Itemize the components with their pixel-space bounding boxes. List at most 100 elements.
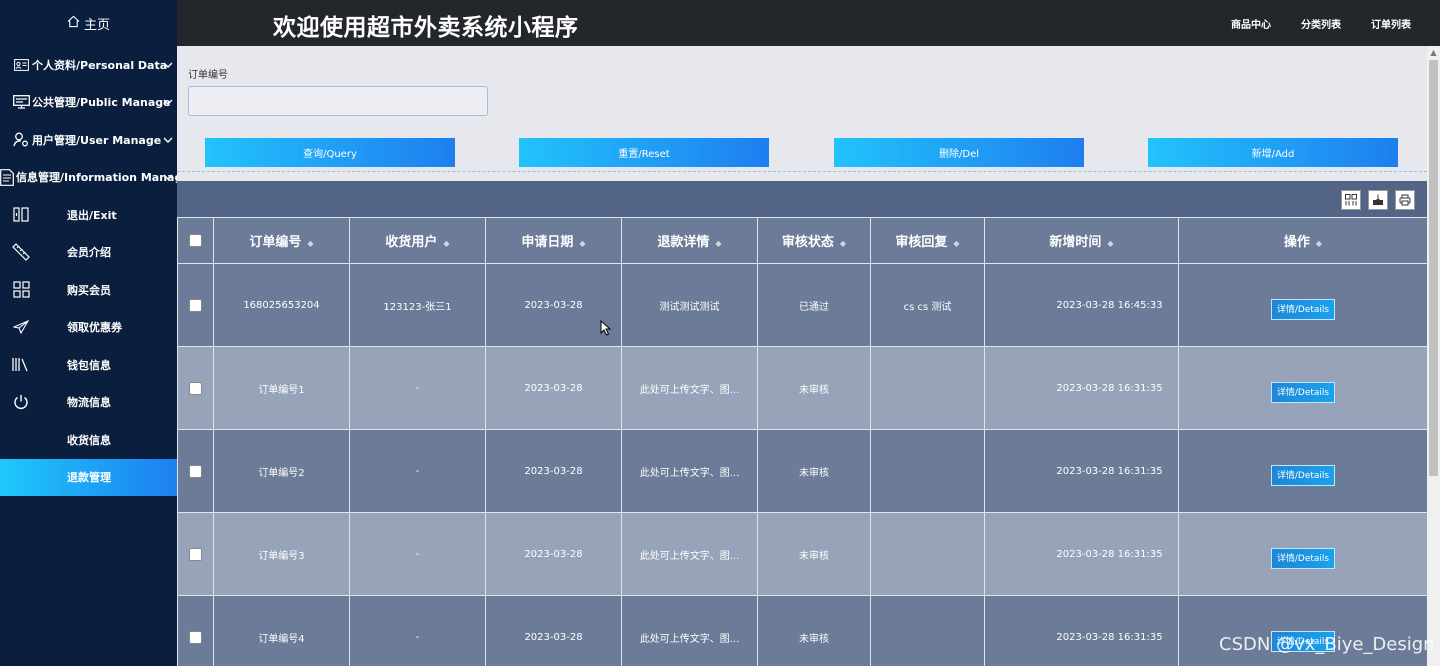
column-header[interactable]: 审核回复 ◆: [870, 217, 985, 264]
row-checkbox[interactable]: [189, 298, 202, 312]
header-nav: 商品中心 分类列表 订单列表: [1231, 0, 1411, 46]
sort-icon[interactable]: ◆: [443, 239, 449, 248]
sidebar-group-label: 个人资料/Personal Data: [32, 58, 168, 72]
cell-user: -: [349, 429, 486, 513]
add-button[interactable]: 新增/Add: [1148, 138, 1398, 167]
grid-icon: [11, 280, 31, 300]
export-icon[interactable]: [1368, 190, 1388, 210]
cell-created: 2023-03-28 16:31:35: [984, 429, 1179, 513]
cell-user: -: [349, 595, 486, 666]
row-checkbox[interactable]: [189, 464, 202, 478]
sidebar-group-public-manage[interactable]: 公共管理/Public Manage: [0, 84, 177, 122]
nav-order-list[interactable]: 订单列表: [1371, 16, 1411, 31]
sidebar-item-label: 退款管理: [67, 471, 111, 485]
cell-order-no: 订单编号2: [213, 429, 350, 513]
watermark: CSDN @vx_Biye_Design: [1219, 634, 1435, 655]
search-label: 订单编号: [188, 70, 228, 81]
cell-status: 未审核: [757, 595, 871, 666]
row-checkbox[interactable]: [189, 630, 202, 644]
sidebar-item-label: 购买会员: [67, 283, 111, 297]
column-header[interactable]: 操作 ◆: [1178, 217, 1427, 264]
sidebar-item-shipping-info[interactable]: 收货信息: [0, 421, 177, 459]
cell-detail: 此处可上传文字、图...: [621, 346, 758, 430]
top-header: 欢迎使用超市外卖系统小程序 商品中心 分类列表 订单列表: [177, 0, 1440, 46]
column-header[interactable]: 申请日期 ◆: [485, 217, 622, 264]
details-button[interactable]: 详情/Details: [1271, 381, 1335, 403]
column-header[interactable]: 审核状态 ◆: [757, 217, 871, 264]
print-icon[interactable]: [1395, 190, 1415, 210]
sort-icon[interactable]: ◆: [840, 239, 846, 248]
select-all-checkbox[interactable]: [189, 234, 202, 247]
cell-reply: [870, 346, 985, 430]
cell-action: 详情/Details: [1178, 595, 1427, 666]
sidebar-item-wallet[interactable]: 钱包信息: [0, 346, 177, 384]
table-header-row: 订单编号 ◆ 收货用户 ◆ 申请日期 ◆ 退款详情 ◆ 审核状态 ◆ 审核回复 ◆ 新增时间…: [177, 217, 1427, 264]
sort-icon[interactable]: ◆: [1107, 239, 1113, 248]
sidebar-item-logistics[interactable]: 物流信息: [0, 384, 177, 422]
cell-user: -: [349, 346, 486, 430]
column-header[interactable]: 新增时间 ◆: [984, 217, 1179, 264]
exit-icon: [11, 205, 31, 225]
page-scrollbar[interactable]: ▲: [1427, 46, 1440, 666]
cell-action: 详情/Details: [1178, 346, 1427, 430]
cell-reply: cs cs 测试: [870, 263, 985, 347]
sort-icon[interactable]: ◆: [307, 239, 313, 248]
columns-icon[interactable]: [1341, 190, 1361, 210]
table-row: 订单编号4 - 2023-03-28 此处可上传文字、图... 未审核 2023…: [177, 595, 1427, 666]
sidebar-group-label: 用户管理/User Manage: [32, 133, 162, 147]
sidebar-home[interactable]: 主页: [0, 0, 177, 46]
sort-icon[interactable]: ◆: [579, 239, 585, 248]
row-checkbox[interactable]: [189, 547, 202, 561]
scroll-up-icon[interactable]: ▲: [1427, 46, 1440, 59]
query-button[interactable]: 查询/Query: [205, 138, 455, 167]
cell-created: 2023-03-28 16:31:35: [984, 346, 1179, 430]
column-header[interactable]: 退款详情 ◆: [621, 217, 758, 264]
sidebar-item-label: 领取优惠券: [67, 321, 122, 335]
cell-action: 详情/Details: [1178, 512, 1427, 596]
nav-category-list[interactable]: 分类列表: [1301, 16, 1341, 31]
sort-icon[interactable]: ◆: [953, 239, 959, 248]
cell-reply: [870, 595, 985, 666]
cell-detail: 此处可上传文字、图...: [621, 429, 758, 513]
cell-date: 2023-03-28: [485, 512, 622, 596]
ruler-icon: [11, 242, 31, 262]
cell-created: 2023-03-28 16:31:35: [984, 512, 1179, 596]
scroll-thumb[interactable]: [1429, 60, 1438, 476]
cell-action: 详情/Details: [1178, 263, 1427, 347]
sidebar-item-label: 会员介绍: [67, 246, 111, 260]
order-no-search-input[interactable]: [188, 86, 488, 116]
mouse-cursor-icon: [600, 320, 612, 336]
cell-status: 已通过: [757, 263, 871, 347]
sidebar-group-personal-data[interactable]: 个人资料/Personal Data: [0, 46, 177, 84]
cell-detail: 此处可上传文字、图...: [621, 595, 758, 666]
cell-reply: [870, 429, 985, 513]
sidebar-group-user-manage[interactable]: 用户管理/User Manage: [0, 121, 177, 159]
column-header[interactable]: 收货用户 ◆: [349, 217, 486, 264]
sidebar-home-label: 主页: [83, 17, 110, 33]
sidebar-item-member-intro[interactable]: 会员介绍: [0, 234, 177, 272]
reset-button[interactable]: 重置/Reset: [519, 138, 769, 167]
table-toolbar: [1341, 190, 1415, 210]
details-button[interactable]: 详情/Details: [1271, 464, 1335, 486]
sidebar-item-coupons[interactable]: 领取优惠券: [0, 309, 177, 347]
sidebar-item-buy-member[interactable]: 购买会员: [0, 271, 177, 309]
details-button[interactable]: 详情/Details: [1271, 298, 1335, 320]
page-title: 欢迎使用超市外卖系统小程序: [273, 15, 579, 41]
sidebar-group-label: 信息管理/Information Manage: [16, 171, 177, 185]
cell-user: 123123-张三1: [349, 263, 486, 347]
cell-order-no: 订单编号4: [213, 595, 350, 666]
sidebar-item-label: 退出/Exit: [67, 208, 117, 222]
sidebar-item-exit[interactable]: 退出/Exit: [0, 196, 177, 234]
sidebar-item-refund-manage[interactable]: 退款管理: [0, 458, 177, 496]
table-panel: 订单编号 ◆ 收货用户 ◆ 申请日期 ◆ 退款详情 ◆ 审核状态 ◆ 审核回复 ◆ 新增时间…: [177, 181, 1427, 666]
delete-button[interactable]: 删除/Del: [834, 138, 1084, 167]
details-button[interactable]: 详情/Details: [1271, 547, 1335, 569]
send-icon: [11, 317, 31, 337]
nav-goods-center[interactable]: 商品中心: [1231, 16, 1271, 31]
sort-icon[interactable]: ◆: [715, 239, 721, 248]
cell-detail: 此处可上传文字、图...: [621, 512, 758, 596]
sidebar-group-information-manage[interactable]: 信息管理/Information Manage: [0, 159, 177, 197]
sort-icon[interactable]: ◆: [1316, 239, 1322, 248]
row-checkbox[interactable]: [189, 381, 202, 395]
column-header[interactable]: 订单编号 ◆: [213, 217, 350, 264]
